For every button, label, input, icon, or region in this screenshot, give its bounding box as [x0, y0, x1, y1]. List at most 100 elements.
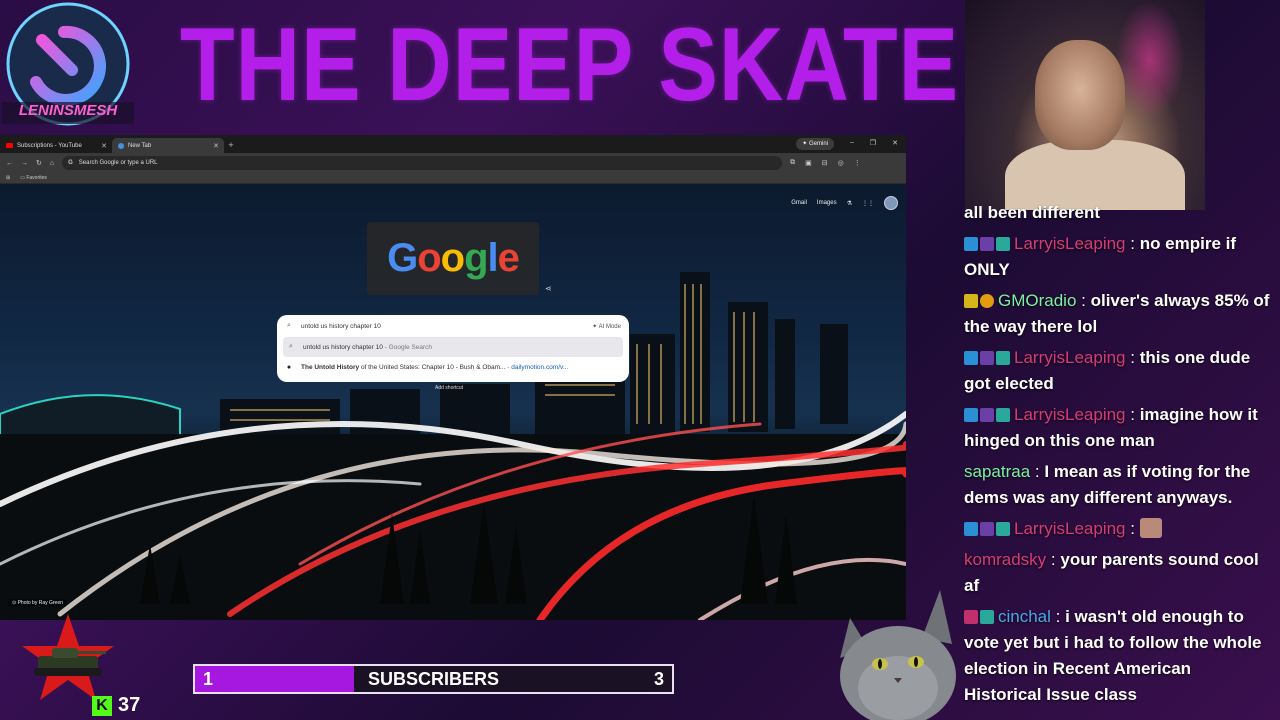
- kick-count-value: 37: [118, 694, 141, 716]
- photo-credit-label: Photo by Ray Green: [17, 600, 63, 606]
- teal-badge-icon: [980, 610, 994, 624]
- chat-text: all been different: [964, 203, 1101, 222]
- orange-badge-icon: [980, 294, 994, 308]
- dailymotion-icon: ●: [286, 363, 292, 371]
- bookmarks-bar: ⊞ ▭ Favorites: [0, 173, 906, 184]
- neon-light: [1115, 0, 1185, 120]
- google-logo-letter: o: [440, 236, 465, 280]
- chat-message: komradsky : your parents sound cool af: [958, 547, 1278, 599]
- result-title-rest: of the United States: Chapter 10 - Bush …: [360, 363, 506, 371]
- bookmark-favorites-label: Favorites: [26, 175, 47, 181]
- purple-badge-icon: [980, 351, 994, 365]
- maximize-button[interactable]: ❐: [870, 139, 876, 147]
- teal-badge-icon: [996, 237, 1010, 251]
- gmail-link[interactable]: Gmail: [791, 200, 807, 206]
- tab-new-tab[interactable]: New Tab ✕: [112, 138, 224, 153]
- close-icon[interactable]: ✕: [213, 142, 219, 150]
- tab-strip: Subscriptions - YouTube ✕ New Tab ✕ + ✦ …: [0, 135, 906, 153]
- chat-message: LarryisLeaping : no empire if ONLY: [958, 231, 1278, 283]
- chat-separator: :: [1125, 234, 1140, 253]
- profile-icon[interactable]: ◎: [838, 159, 844, 167]
- google-logo: Google: [387, 236, 520, 281]
- chat-message: cinchal : i wasn't old enough to vote ye…: [958, 604, 1278, 708]
- suggestion-item[interactable]: ⌕ untold us history chapter 10 - Google …: [283, 337, 623, 357]
- streamer-head: [1035, 40, 1125, 150]
- extensions-icon[interactable]: ⊟: [822, 159, 828, 167]
- new-tab-page: Gmail Images ⚗ ⋮⋮ Google ⋖ ⌕ untold us h…: [0, 184, 906, 620]
- purple-badge-icon: [980, 522, 994, 536]
- gemini-button[interactable]: ✦ Gemini: [796, 138, 834, 150]
- result-url: dailymotion.com/v...: [511, 363, 569, 371]
- chat-separator: :: [1030, 462, 1045, 481]
- chat-username[interactable]: LarryisLeaping: [1014, 348, 1126, 367]
- webcam-feed: [965, 0, 1205, 210]
- blue-badge-icon: [964, 351, 978, 365]
- google-g-icon: G: [68, 160, 73, 166]
- labs-icon[interactable]: ⚗: [847, 200, 852, 207]
- purple-badge-icon: [980, 408, 994, 422]
- gemini-label: Gemini: [808, 141, 828, 147]
- chat-message: all been different: [958, 200, 1278, 226]
- chat-message: LarryisLeaping :: [958, 516, 1278, 542]
- chat-separator: :: [1125, 405, 1140, 424]
- chat-username[interactable]: GMOradio: [998, 291, 1076, 310]
- ai-mode-button[interactable]: ✦ AI Mode: [592, 323, 621, 330]
- stream-title: THE DEEP SKATE: [180, 7, 960, 123]
- teal-badge-icon: [996, 408, 1010, 422]
- avatar[interactable]: [884, 196, 898, 210]
- apps-icon[interactable]: ⊞: [6, 175, 10, 181]
- teal-badge-icon: [996, 522, 1010, 536]
- new-tab-button[interactable]: +: [224, 138, 238, 153]
- tab-youtube[interactable]: Subscriptions - YouTube ✕: [0, 138, 112, 153]
- blue-badge-icon: [964, 237, 978, 251]
- chat-message: LarryisLeaping : imagine how it hinged o…: [958, 402, 1278, 454]
- share-icon[interactable]: ⋖: [545, 284, 552, 293]
- user-badges: [964, 237, 1010, 251]
- chat-username[interactable]: cinchal: [998, 607, 1051, 626]
- address-placeholder: Search Google or type a URL: [78, 160, 158, 166]
- search-icon: ⌕: [289, 343, 293, 350]
- forward-button[interactable]: →: [21, 160, 28, 167]
- bookmark-favorites[interactable]: ▭ Favorites: [20, 175, 47, 181]
- close-window-button[interactable]: ✕: [892, 139, 898, 147]
- minimize-button[interactable]: –: [850, 139, 854, 146]
- chat-username[interactable]: LarryisLeaping: [1014, 234, 1126, 253]
- search-input[interactable]: ⌕ untold us history chapter 10 ✦ AI Mode: [277, 315, 629, 337]
- suggestion-suffix: Google Search: [388, 343, 433, 351]
- address-bar[interactable]: G Search Google or type a URL: [62, 156, 783, 170]
- menu-icon[interactable]: ⋮: [854, 159, 861, 167]
- close-icon[interactable]: ✕: [101, 142, 107, 150]
- google-logo-letter: l: [487, 236, 499, 280]
- youtube-icon: [6, 143, 13, 148]
- apps-grid-icon[interactable]: ⋮⋮: [862, 200, 874, 207]
- reload-button[interactable]: ↻: [36, 159, 42, 167]
- browser-toolbar: ← → ↻ ⌂ G Search Google or type a URL ⧉ …: [0, 153, 906, 173]
- subscriber-label: SUBSCRIBERS: [367, 669, 500, 689]
- back-button[interactable]: ←: [6, 160, 13, 167]
- search-icon: ⌕: [287, 322, 291, 329]
- chat-username[interactable]: LarryisLeaping: [1014, 405, 1126, 424]
- chat-username[interactable]: sapatraa: [964, 462, 1030, 481]
- chat-separator: :: [1125, 519, 1140, 538]
- chat-separator: :: [1125, 348, 1140, 367]
- suggestion-query: untold us history chapter 10: [303, 343, 383, 351]
- user-badges: [964, 610, 994, 624]
- chat-message: sapatraa : I mean as if voting for the d…: [958, 459, 1278, 511]
- ntp-top-links: Gmail Images ⚗ ⋮⋮: [791, 196, 898, 210]
- google-doodle[interactable]: Google: [367, 222, 539, 295]
- reader-icon[interactable]: ⧉: [790, 159, 795, 167]
- gold-badge-icon: [964, 294, 978, 308]
- sidebar-icon[interactable]: ▣: [805, 159, 812, 167]
- kick-icon: K: [92, 695, 112, 716]
- purple-badge-icon: [980, 237, 994, 251]
- images-link[interactable]: Images: [817, 200, 837, 206]
- photo-credit-link[interactable]: ⊙ Photo by Ray Green: [8, 599, 67, 607]
- user-badges: [964, 522, 1010, 536]
- pink-badge-icon: [964, 610, 978, 624]
- chat-username[interactable]: komradsky: [964, 550, 1046, 569]
- home-button[interactable]: ⌂: [50, 160, 54, 167]
- chat-username[interactable]: LarryisLeaping: [1014, 519, 1126, 538]
- google-logo-letter: e: [497, 236, 520, 280]
- suggestion-item[interactable]: ● The Untold History of the United State…: [277, 357, 629, 377]
- add-shortcut-button[interactable]: Add shortcut: [435, 385, 463, 391]
